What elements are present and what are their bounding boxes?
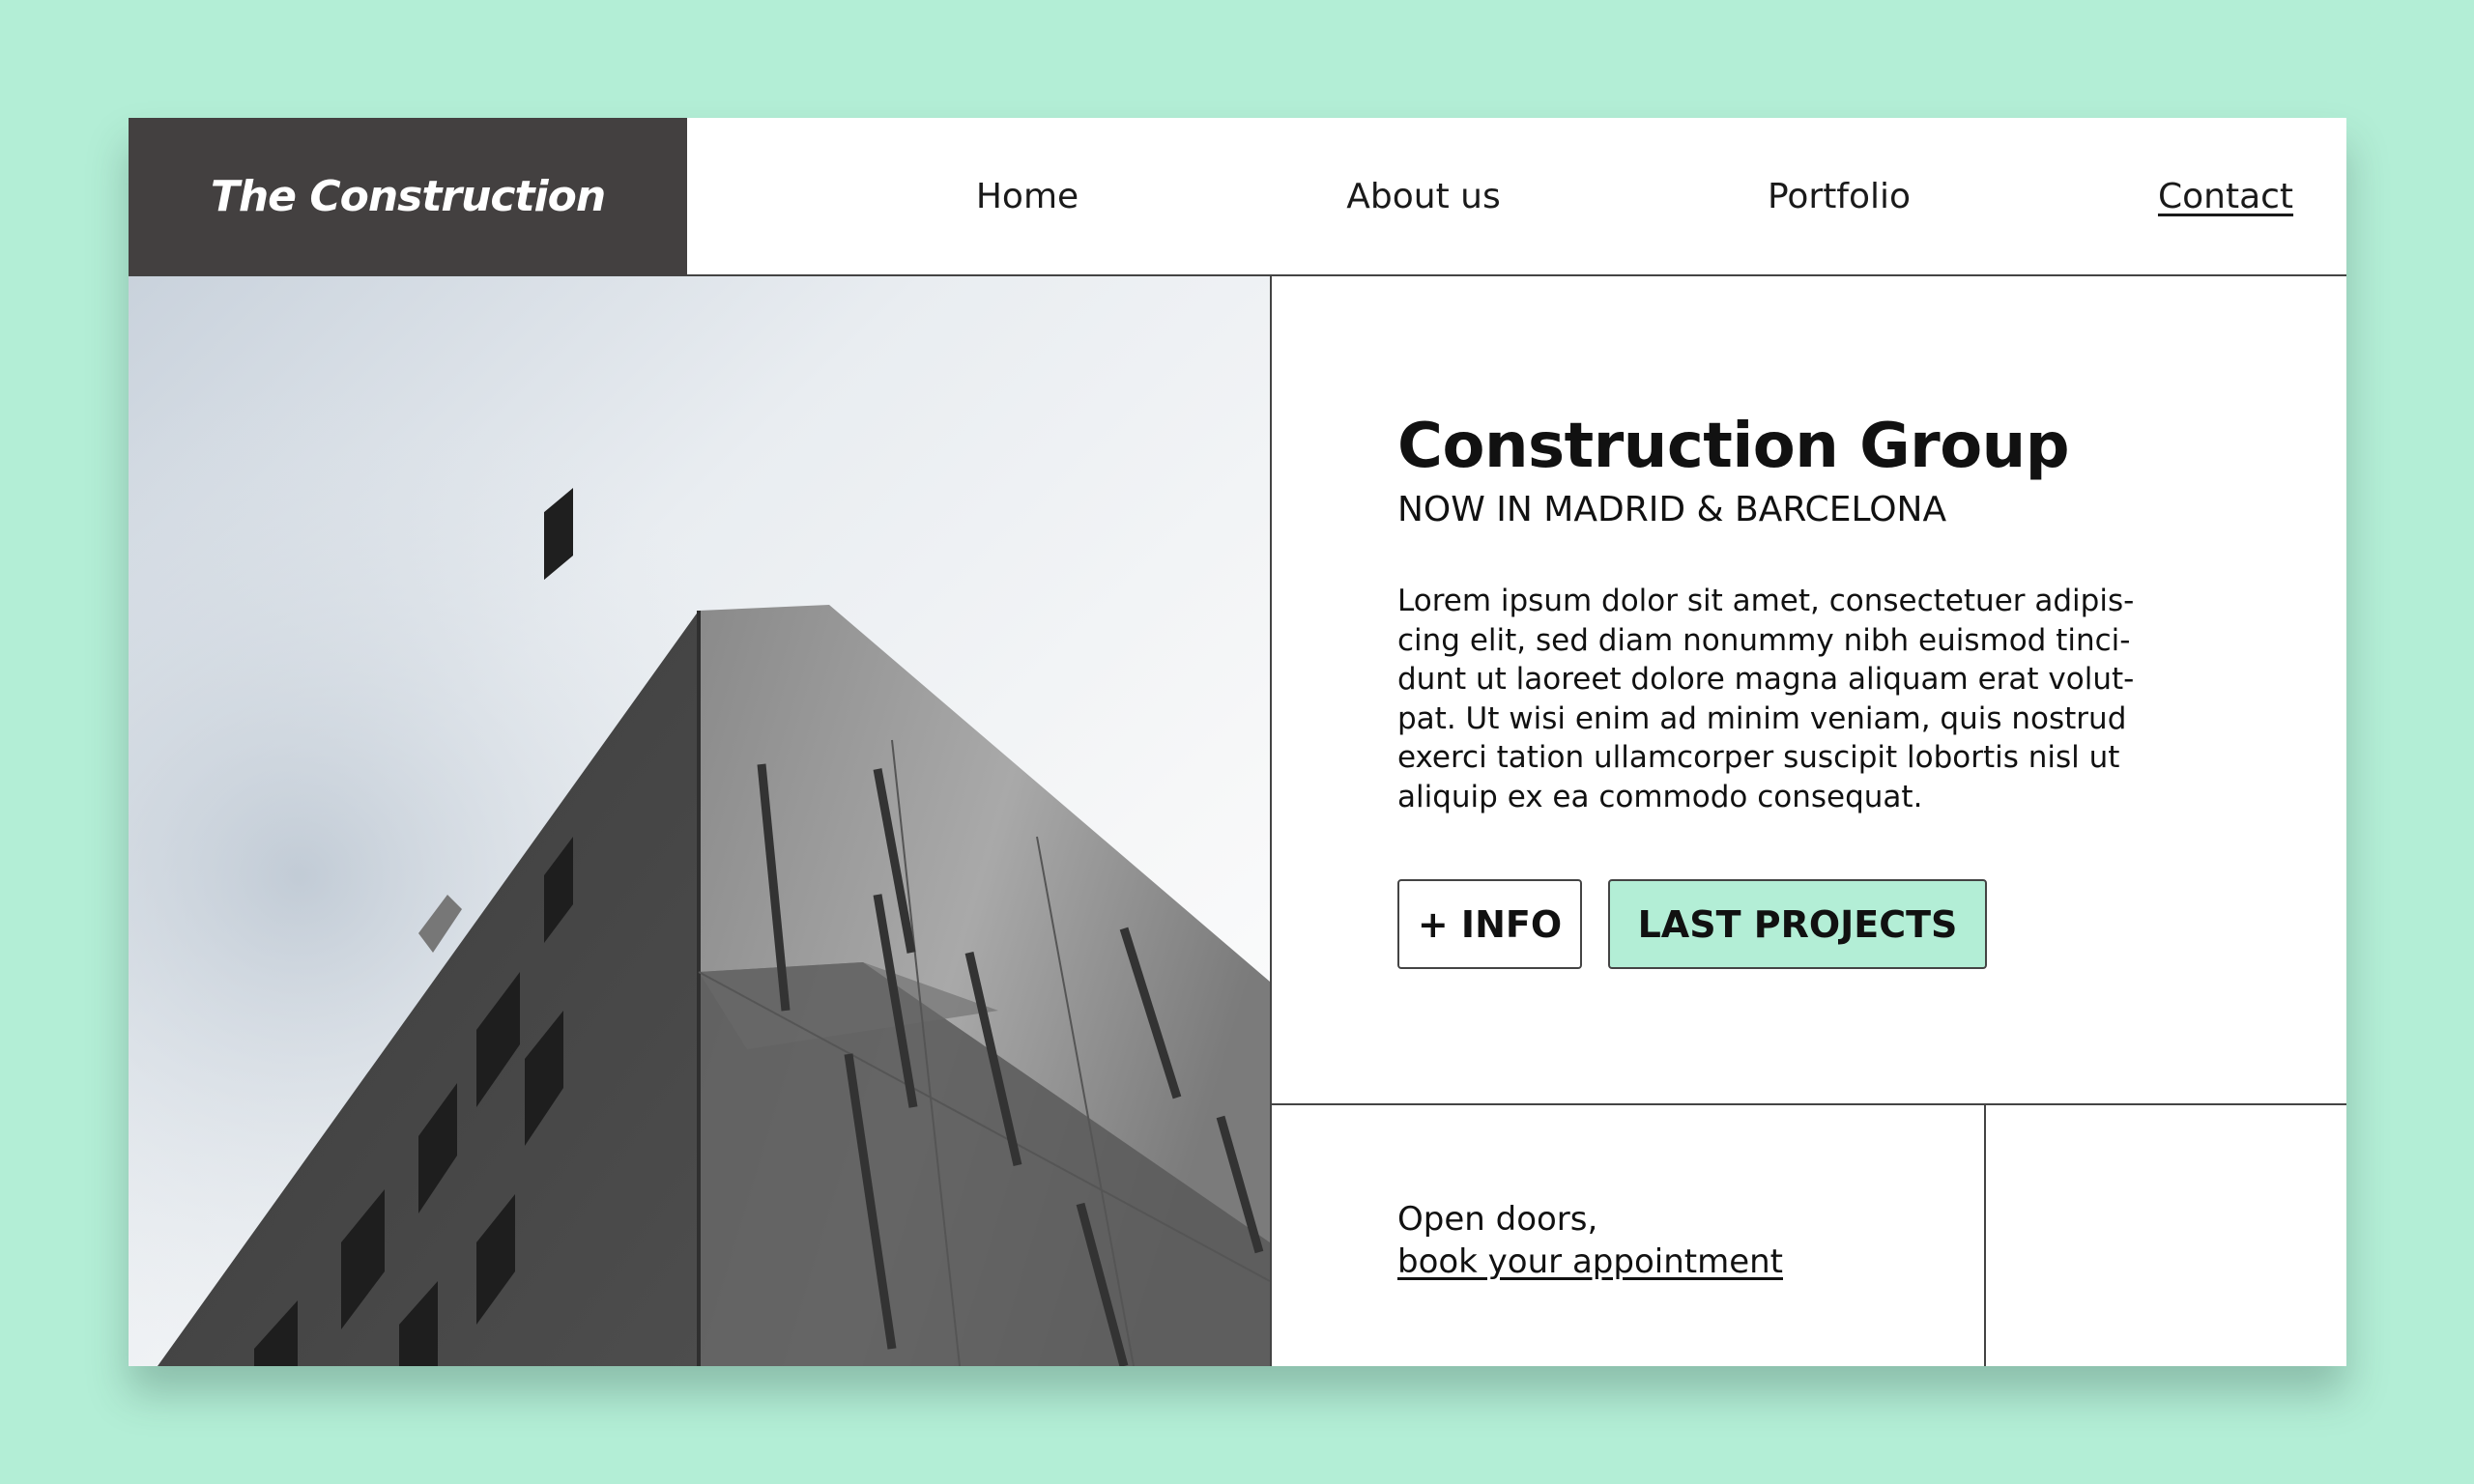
hero-content: Construction Group NOW IN MADRID & BARCE…	[1397, 408, 2267, 816]
last-projects-button[interactable]: LAST PROJECTS	[1608, 879, 1987, 969]
brand-logo[interactable]: The Construction	[129, 118, 687, 275]
hero-body-text: Lorem ipsum dolor sit amet, consectetuer…	[1397, 584, 2135, 814]
info-button[interactable]: + INFO	[1397, 879, 1582, 969]
building-photo	[129, 276, 1270, 1366]
hero-subtitle: NOW IN MADRID & BARCELONA	[1397, 490, 1947, 529]
divider-horizontal	[1270, 1103, 2346, 1105]
site-header: The Construction Home About us Portfolio…	[129, 118, 2346, 276]
hero-title: Construction Group	[1397, 411, 2070, 482]
nav-about-link[interactable]: About us	[1279, 118, 1568, 275]
open-doors-text: Open doors,	[1397, 1200, 1598, 1239]
open-doors-block: Open doors, book your appointment	[1397, 1198, 1783, 1283]
nav-portfolio-link[interactable]: Portfolio	[1694, 118, 1984, 275]
divider-vertical-bottom	[1984, 1103, 1986, 1366]
landing-page: The Construction Home About us Portfolio…	[129, 118, 2346, 1366]
book-appointment-link[interactable]: book your appointment	[1397, 1241, 1783, 1283]
nav-contact-link[interactable]: Contact	[2090, 118, 2361, 275]
nav-home-link[interactable]: Home	[892, 118, 1163, 275]
brand-name: The Construction	[210, 172, 606, 221]
divider-vertical	[1270, 276, 1272, 1366]
